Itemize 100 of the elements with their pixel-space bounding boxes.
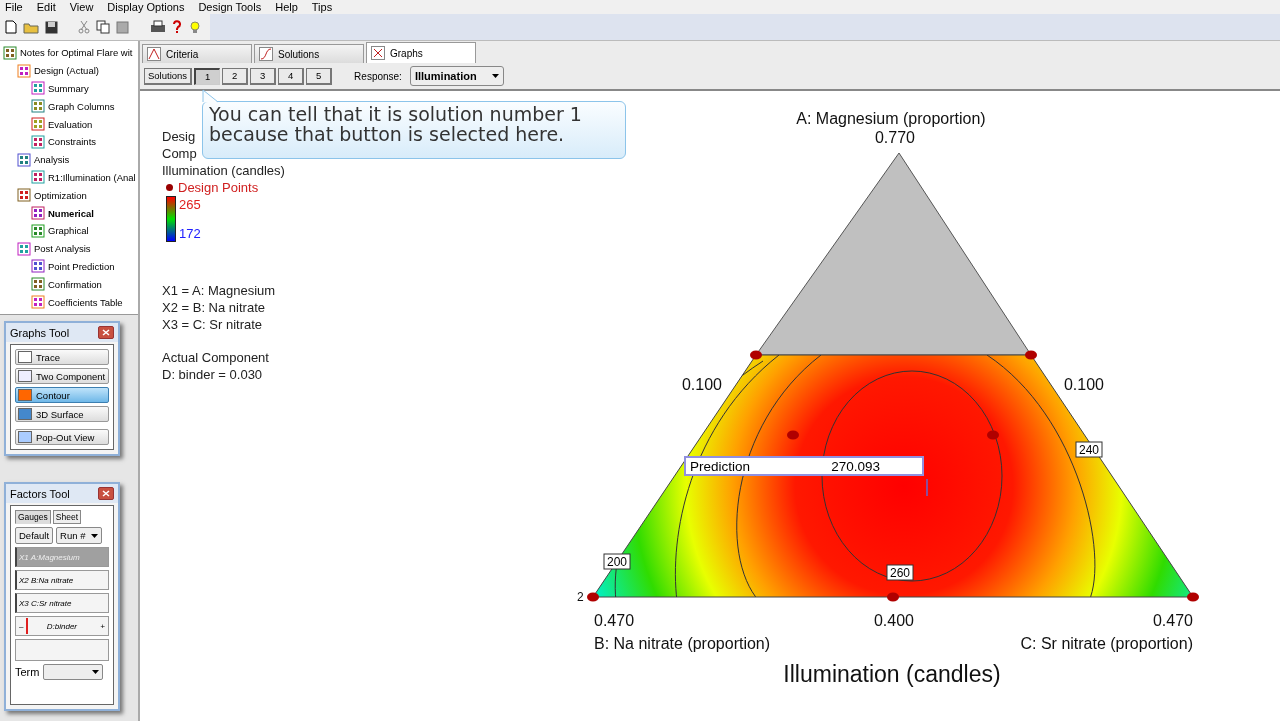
- panel-tab[interactable]: Gauges: [15, 510, 51, 524]
- prediction-value: 270.093: [831, 458, 880, 474]
- contour-label: 260: [886, 564, 914, 581]
- tree-item[interactable]: Evaluation: [48, 118, 93, 130]
- prediction-label: Prediction: [690, 458, 751, 474]
- lightbulb-icon[interactable]: [188, 20, 202, 34]
- axis-value: 0.470: [594, 612, 635, 629]
- tree-item[interactable]: Design (Actual): [34, 65, 99, 77]
- caret-icon: [92, 670, 100, 674]
- chart-title: Illumination (candles): [783, 661, 1001, 687]
- point-marker: [987, 430, 999, 440]
- tab[interactable]: Criteria: [142, 44, 252, 63]
- axis-title: A: Magnesium (proportion): [796, 110, 986, 127]
- tree-item[interactable]: Post Analysis: [34, 243, 91, 255]
- gauge-slider[interactable]: – D:binder +: [15, 616, 109, 636]
- point-marker: [166, 184, 173, 191]
- tree-item[interactable]: Optimization: [34, 189, 87, 201]
- value-field[interactable]: [15, 639, 109, 661]
- point-marker: [1025, 350, 1037, 360]
- tree-item[interactable]: Confirmation: [48, 278, 102, 290]
- panel-title: Graphs Tool: [10, 326, 70, 339]
- grid-icon: [17, 152, 31, 167]
- graph-type-button[interactable]: Trace: [15, 349, 109, 365]
- graph-type-button[interactable]: Two Component: [15, 368, 109, 384]
- point-count: 2: [577, 590, 584, 604]
- menu-item[interactable]: Design Tools: [198, 1, 262, 13]
- callout: You can tell that it is solution number 1 because that button is selected here.: [202, 101, 626, 159]
- graph-type-button[interactable]: 3D Surface: [15, 406, 109, 422]
- solutions-button[interactable]: Solutions: [144, 67, 193, 85]
- grid-icon: [31, 170, 45, 185]
- menu-item[interactable]: View: [69, 1, 94, 13]
- solution-button[interactable]: 1: [194, 67, 221, 85]
- tree-item[interactable]: Analysis: [34, 154, 70, 166]
- scale-min: 172: [179, 225, 201, 242]
- grid-icon: [31, 223, 45, 238]
- menu-item[interactable]: Tips: [311, 1, 333, 13]
- menu-item[interactable]: Edit: [36, 1, 56, 13]
- close-icon[interactable]: [98, 326, 114, 339]
- tree-item[interactable]: Constraints: [48, 136, 97, 148]
- folder-icon[interactable]: [23, 20, 39, 34]
- axis-value: 0.470: [1152, 612, 1193, 629]
- factor-text: X2 = B: Na nitrate: [162, 299, 265, 316]
- menu-item[interactable]: Display Options: [107, 1, 185, 13]
- menu-item[interactable]: File: [5, 1, 23, 13]
- factor-label: D:binder: [46, 621, 77, 631]
- panel-title: Factors Tool: [10, 487, 70, 500]
- chart-icon: [371, 46, 385, 60]
- chart-icon: [259, 47, 273, 61]
- response-dropdown[interactable]: Illumination: [409, 66, 504, 86]
- factor-row[interactable]: X3 C:Sr nitrate: [15, 593, 109, 613]
- grid-icon: [17, 63, 31, 78]
- solution-button[interactable]: 3: [250, 67, 277, 85]
- menu-item[interactable]: Help: [275, 1, 298, 13]
- save-icon[interactable]: [45, 20, 58, 34]
- tree-item[interactable]: R1:Illumination (Anal: [48, 171, 136, 183]
- graph-type-button[interactable]: Contour: [15, 387, 109, 403]
- new-file-icon[interactable]: [5, 20, 17, 34]
- tree-item[interactable]: Notes for Optimal Flare wit: [20, 47, 133, 59]
- tree-item[interactable]: Point Prediction: [48, 260, 115, 272]
- term-dropdown[interactable]: [43, 664, 104, 680]
- graph-type-button[interactable]: Pop-Out View: [15, 429, 109, 445]
- axis-value: 0.100: [1064, 376, 1104, 393]
- factor-text: X3 = C: Sr nitrate: [162, 316, 263, 333]
- axis-title: B: Na nitrate (proportion): [594, 635, 771, 652]
- point-marker: [887, 592, 899, 602]
- term-label: Term: [15, 666, 40, 678]
- default-button[interactable]: Default: [15, 527, 54, 544]
- tree-item[interactable]: Coefficients Table: [48, 296, 123, 308]
- paste-icon[interactable]: [116, 20, 130, 34]
- run-dropdown[interactable]: Run #: [56, 527, 103, 544]
- tree-item[interactable]: Summary: [48, 83, 89, 94]
- solution-button[interactable]: 2: [222, 67, 249, 85]
- response-label: Response:: [354, 70, 402, 82]
- plus-label: +: [100, 621, 105, 631]
- axis-title: C: Sr nitrate (proportion): [1020, 635, 1193, 652]
- grid-icon: [31, 99, 45, 114]
- tree-item[interactable]: Graphical: [48, 225, 89, 237]
- help-icon[interactable]: [172, 20, 182, 34]
- factor-row[interactable]: X2 B:Na nitrate: [15, 570, 109, 590]
- chart-icon: [147, 47, 161, 61]
- solution-button[interactable]: 4: [278, 67, 305, 85]
- tab[interactable]: Solutions: [254, 44, 364, 63]
- leader-line: [926, 478, 928, 497]
- tab[interactable]: Graphs: [366, 42, 476, 63]
- axis-value: 0.100: [682, 376, 722, 393]
- contour-label: 200: [603, 553, 631, 570]
- solution-button[interactable]: 5: [306, 67, 333, 85]
- color-scale: [166, 196, 176, 242]
- print-icon[interactable]: [150, 20, 166, 34]
- point-marker: [787, 430, 799, 440]
- copy-icon[interactable]: [96, 20, 110, 34]
- grid-icon: [31, 295, 45, 310]
- close-icon[interactable]: [98, 487, 114, 500]
- scale-max: 265: [179, 196, 201, 213]
- grid-icon: [17, 188, 31, 203]
- grid-icon: [31, 81, 45, 96]
- tree-item[interactable]: Numerical: [48, 207, 94, 219]
- contour-label: 240: [1075, 441, 1103, 458]
- panel-tab[interactable]: Sheet: [52, 510, 81, 524]
- tree-item[interactable]: Graph Columns: [48, 100, 115, 112]
